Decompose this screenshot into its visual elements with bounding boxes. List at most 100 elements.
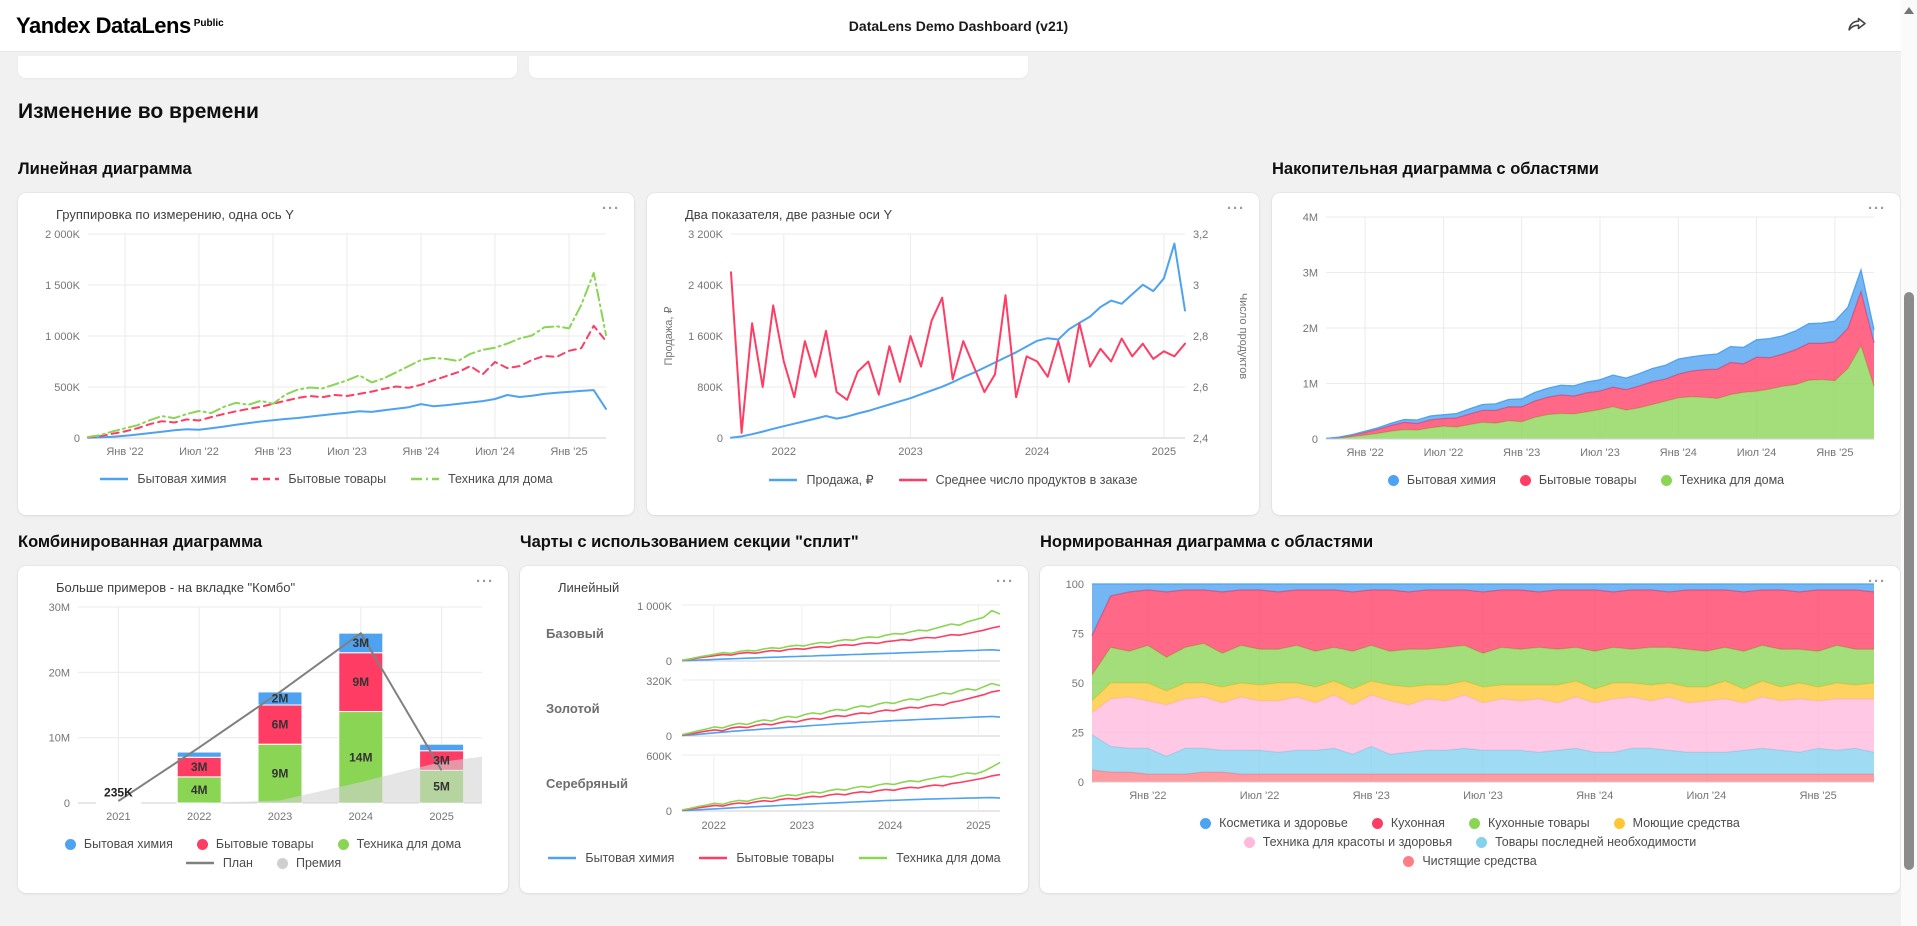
legend-item[interactable]: План (185, 856, 253, 870)
svg-text:3M: 3M (1303, 268, 1318, 280)
legend-item[interactable]: Косметика и здоровье (1200, 816, 1348, 830)
svg-text:0: 0 (64, 798, 70, 810)
datalens-logo[interactable]: Yandex DataLensPublic (16, 13, 224, 39)
chart-legend: Бытовая химия Бытовые товары Техника для д… (532, 843, 1016, 865)
svg-text:Янв '24: Янв '24 (1576, 790, 1613, 802)
svg-text:800K: 800K (697, 382, 723, 394)
heading-line-chart: Линейная диаграмма (18, 160, 634, 179)
legend-item[interactable]: Техника для дома (410, 472, 553, 486)
logo-text: Yandex DataLens (16, 13, 191, 38)
svg-text:0: 0 (74, 433, 80, 445)
scrollbar-thumb[interactable] (1904, 292, 1914, 870)
legend-item[interactable]: Бытовая химия (99, 472, 226, 486)
svg-text:2022: 2022 (772, 446, 796, 458)
legend-item[interactable]: Чистящие средства (1403, 854, 1536, 868)
scrollbar[interactable] (1901, 0, 1917, 926)
svg-text:Июл '22: Июл '22 (1424, 447, 1464, 459)
legend-item[interactable]: Премия (277, 856, 341, 870)
legend-item[interactable]: Бытовые товары (698, 851, 834, 865)
svg-text:2025: 2025 (1152, 446, 1176, 458)
legend-item[interactable]: Техника для дома (858, 851, 1001, 865)
svg-text:4M: 4M (191, 783, 208, 797)
heading-combo-chart: Комбинированная диаграмма (18, 533, 508, 552)
legend-label: Бытовые товары (288, 472, 386, 486)
legend-item[interactable]: Техника для дома (1661, 473, 1785, 487)
svg-text:Янв '25: Янв '25 (550, 446, 587, 458)
legend-dot-swatch (65, 839, 76, 850)
legend-item[interactable]: Товары последней необходимости (1476, 835, 1696, 849)
legend-label: План (223, 856, 253, 870)
dual-axis-chart-canvas[interactable]: 20222023202420253 200K2 400K1 600K800K03… (659, 224, 1247, 464)
normalized-area-chart-canvas[interactable]: Янв '22Июл '22Янв '23Июл '23Янв '24Июл '… (1052, 576, 1888, 808)
svg-text:Июл '23: Июл '23 (327, 446, 367, 458)
chart-legend: Продажа, ₽ Среднее число продуктов в зака… (659, 464, 1247, 487)
legend-item[interactable]: Техника для красоты и здоровья (1244, 835, 1452, 849)
share-icon (1845, 12, 1869, 36)
svg-text:2021: 2021 (106, 811, 130, 823)
line-chart-canvas[interactable]: Янв '22Июл '22Янв '23Июл '23Янв '24Июл '… (30, 224, 622, 464)
legend-line-swatch (898, 477, 928, 483)
legend-item[interactable]: Кухонные товары (1469, 816, 1590, 830)
heading-split-charts: Чарты с использованием секции "сплит" (520, 533, 1028, 552)
svg-text:Июл '24: Июл '24 (1737, 447, 1777, 459)
svg-text:2022: 2022 (702, 820, 726, 832)
scrollbar-up-arrow[interactable] (1904, 7, 1914, 14)
svg-text:3,2: 3,2 (1193, 229, 1208, 241)
svg-text:2022: 2022 (187, 811, 211, 823)
legend-item[interactable]: Бытовые товары (197, 837, 314, 851)
clipped-card-middle (529, 56, 1028, 78)
clipped-card-row (18, 56, 1917, 78)
legend-item[interactable]: Бытовая химия (65, 837, 173, 851)
legend-item[interactable]: Техника для дома (338, 837, 462, 851)
legend-label: Косметика и здоровье (1219, 816, 1348, 830)
legend-label: Среднее число продуктов в заказе (936, 473, 1138, 487)
svg-text:2M: 2M (1303, 323, 1318, 335)
legend-item[interactable]: Среднее число продуктов в заказе (898, 473, 1138, 487)
card-menu-button[interactable]: ··· (1868, 574, 1886, 589)
legend-item[interactable]: Бытовая химия (547, 851, 674, 865)
card-menu-button[interactable]: ··· (996, 574, 1014, 589)
svg-text:Янв '22: Янв '22 (1129, 790, 1166, 802)
svg-text:2,4: 2,4 (1193, 433, 1208, 445)
svg-text:Июл '22: Июл '22 (179, 446, 219, 458)
svg-text:14M: 14M (349, 750, 372, 764)
svg-text:1 600K: 1 600K (688, 331, 724, 343)
legend-item[interactable]: Моющие средства (1614, 816, 1740, 830)
legend-label: Техника для красоты и здоровья (1263, 835, 1452, 849)
svg-text:3: 3 (1193, 280, 1199, 292)
legend-item[interactable]: Продажа, ₽ (768, 472, 873, 487)
svg-text:Янв '22: Янв '22 (1346, 447, 1383, 459)
legend-dot-swatch (338, 839, 349, 850)
legend-line-swatch (547, 855, 577, 861)
card-menu-button[interactable]: ··· (1868, 201, 1886, 216)
clipped-card-left (18, 56, 517, 78)
legend-item[interactable]: Бытовые товары (1520, 473, 1637, 487)
logo-public-badge: Public (194, 18, 224, 29)
card-menu-button[interactable]: ··· (1227, 201, 1245, 216)
chart-title: Линейный (532, 576, 1016, 597)
share-button[interactable] (1841, 8, 1873, 43)
legend-item[interactable]: Бытовая химия (1388, 473, 1496, 487)
svg-text:25: 25 (1072, 728, 1084, 740)
svg-text:1M: 1M (1303, 379, 1318, 391)
card-menu-button[interactable]: ··· (602, 201, 620, 216)
svg-text:Продажа, ₽: Продажа, ₽ (663, 306, 675, 365)
svg-text:3M: 3M (191, 760, 208, 774)
legend-line-swatch (185, 860, 215, 866)
svg-text:Число продуктов: Число продуктов (1237, 293, 1247, 380)
svg-text:Июл '24: Июл '24 (1687, 790, 1727, 802)
combo-chart-canvas[interactable]: 2021202220232024202530M20M10M04M9M14M5M3… (30, 597, 496, 829)
card-menu-button[interactable]: ··· (476, 574, 494, 589)
legend-label: Бытовая химия (1407, 473, 1496, 487)
svg-text:2023: 2023 (268, 811, 292, 823)
stacked-area-chart-canvas[interactable]: Янв '22Июл '22Янв '23Июл '23Янв '24Июл '… (1284, 203, 1888, 465)
legend-dot-swatch (1403, 856, 1414, 867)
split-line-chart-canvas[interactable]: Базовый1 000K0Золотой320K0Серебряный600K… (532, 597, 1016, 843)
legend-item[interactable]: Бытовые товары (250, 472, 386, 486)
legend-dot-swatch (1244, 837, 1255, 848)
legend-item[interactable]: Кухонная (1372, 816, 1445, 830)
legend-dot-swatch (1388, 475, 1399, 486)
svg-text:1 000K: 1 000K (45, 331, 81, 343)
svg-text:0: 0 (666, 656, 672, 668)
section-title: Изменение во времени (18, 100, 1917, 124)
